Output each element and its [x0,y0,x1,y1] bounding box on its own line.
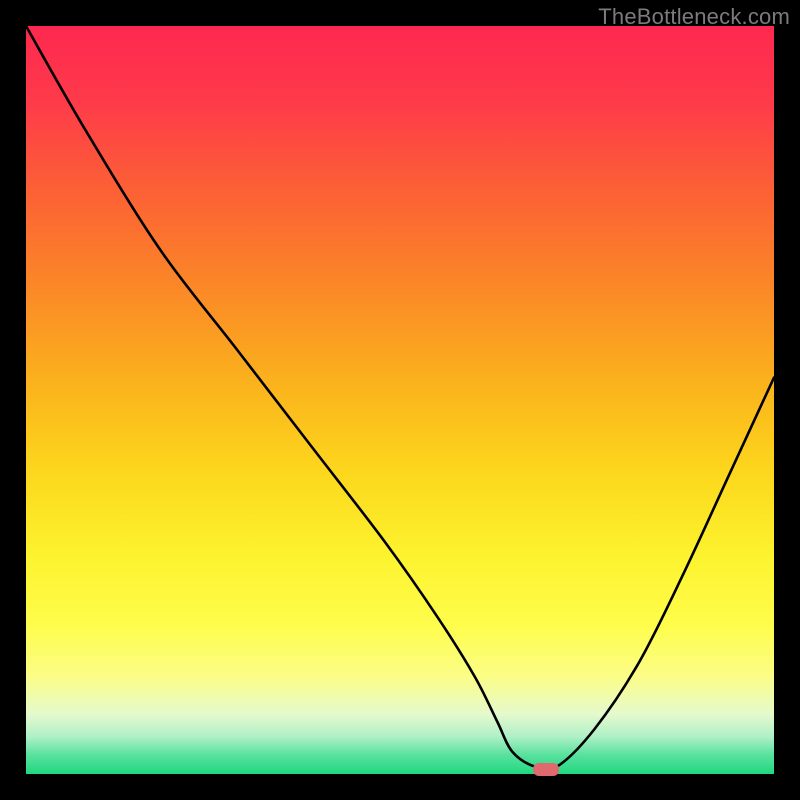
bottleneck-marker [533,763,559,776]
watermark-text: TheBottleneck.com [598,4,790,30]
gradient-background [26,26,774,774]
chart-container: TheBottleneck.com [0,0,800,800]
plot-area [26,26,774,774]
